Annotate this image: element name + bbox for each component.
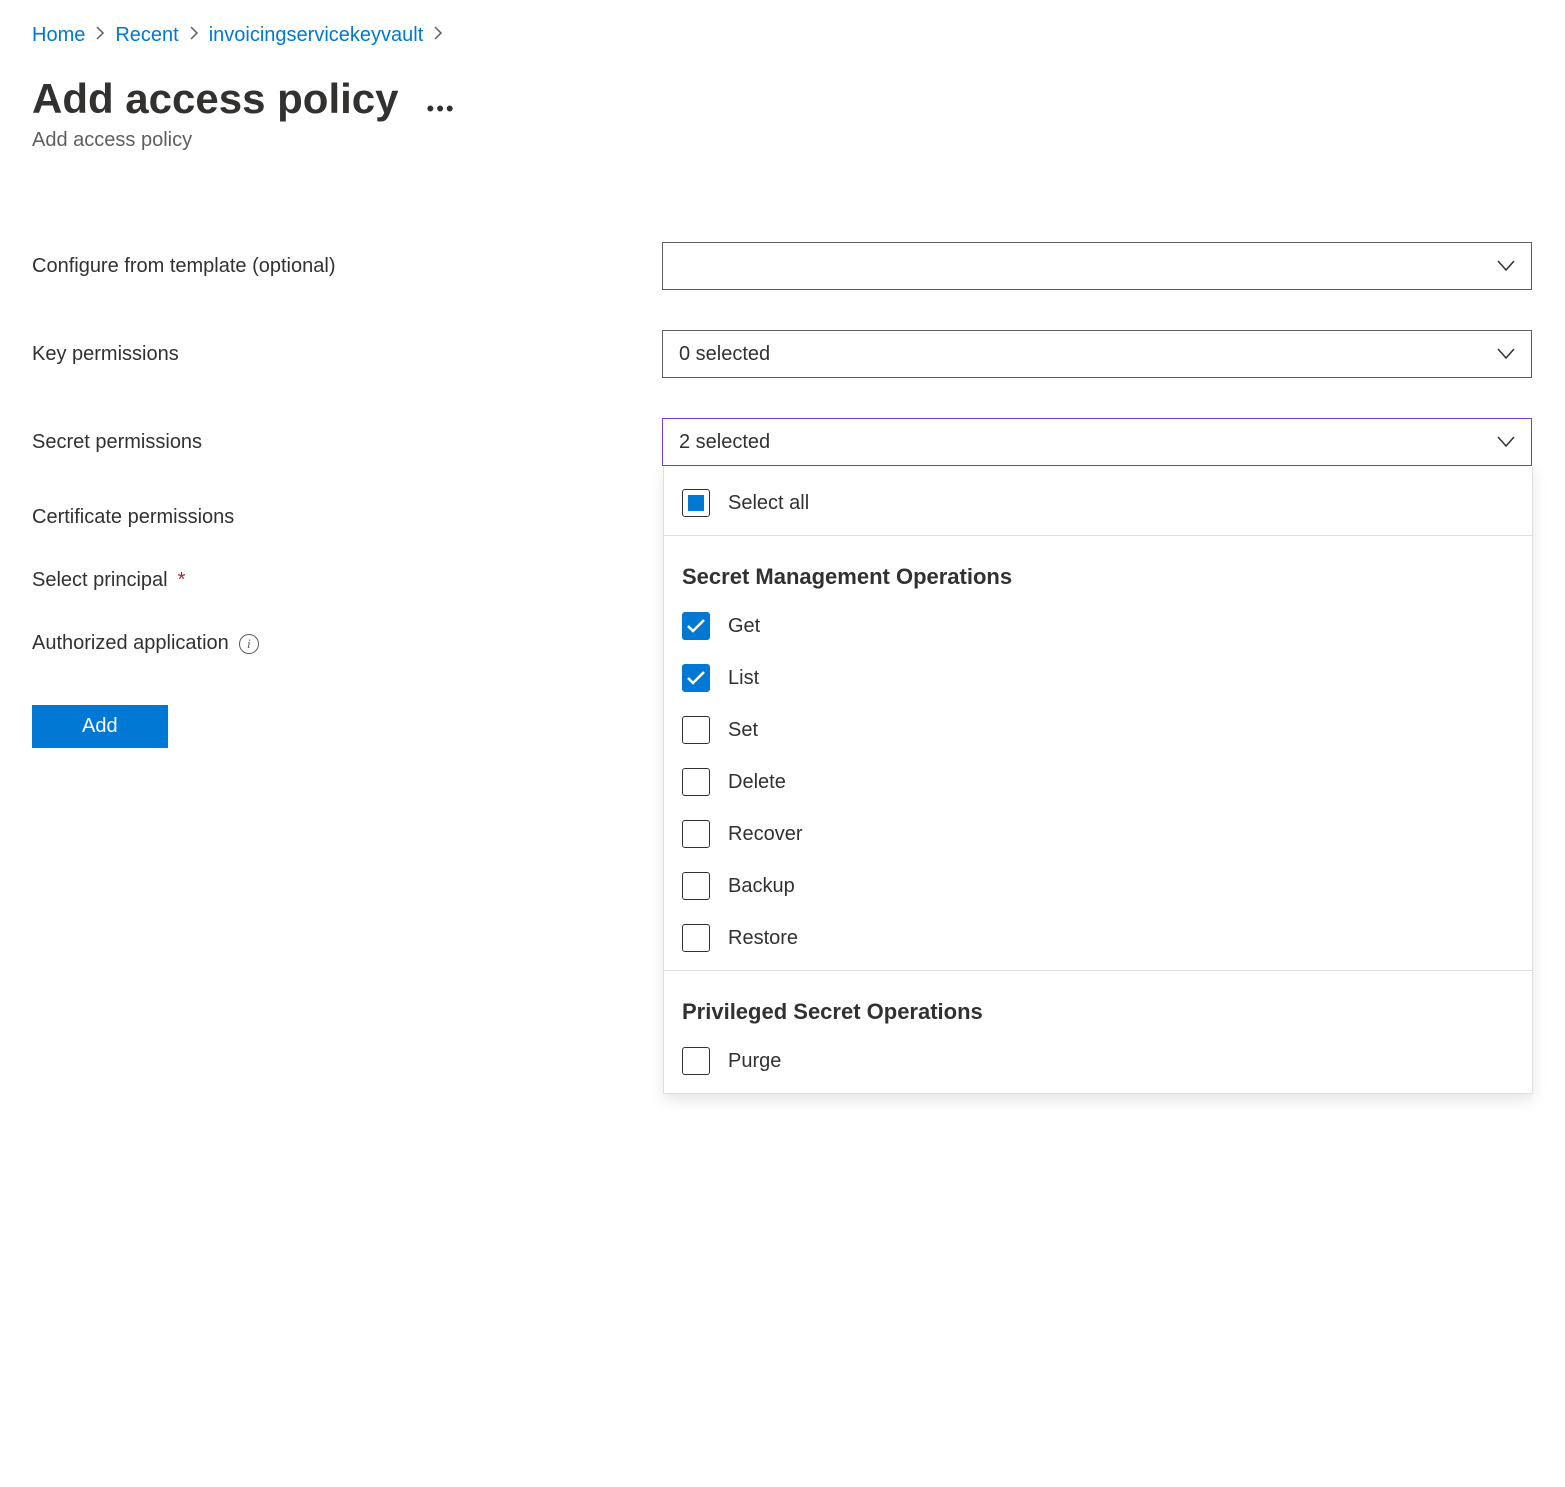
dropdown-group-heading: Privileged Secret Operations <box>678 981 1518 1035</box>
permission-option-label: List <box>728 667 759 690</box>
authorized-application-label: Authorized application i <box>32 632 662 655</box>
more-icon[interactable]: ••• <box>427 96 456 122</box>
key-permissions-select[interactable]: 0 selected <box>662 330 1532 378</box>
permission-option-label: Recover <box>728 823 802 846</box>
template-label: Configure from template (optional) <box>32 255 662 278</box>
page-subtitle: Add access policy <box>32 129 1533 152</box>
permission-option[interactable]: Restore <box>678 912 1518 964</box>
checkbox-icon[interactable] <box>682 872 710 900</box>
secret-permissions-select[interactable]: 2 selected Select allSecret Management O… <box>662 418 1532 466</box>
checkbox-icon[interactable] <box>682 716 710 744</box>
checkbox-icon[interactable] <box>682 664 710 692</box>
permission-option-label: Purge <box>728 1050 781 1073</box>
info-icon[interactable]: i <box>239 634 259 654</box>
permission-option-label: Set <box>728 719 758 742</box>
select-all-option[interactable]: Select all <box>678 477 1518 529</box>
secret-permissions-value: 2 selected <box>679 431 770 454</box>
chevron-down-icon <box>1497 436 1515 448</box>
permission-option-label: Delete <box>728 771 786 794</box>
checkbox-icon[interactable] <box>682 820 710 848</box>
permission-option[interactable]: Purge <box>678 1035 1518 1087</box>
permission-option-label: Get <box>728 615 760 638</box>
breadcrumb-home[interactable]: Home <box>32 24 85 47</box>
breadcrumb: Home Recent invoicingservicekeyvault <box>32 24 1533 47</box>
select-all-label: Select all <box>728 492 809 515</box>
permission-option[interactable]: Set <box>678 704 1518 756</box>
checkbox-icon[interactable] <box>682 1047 710 1075</box>
key-permissions-value: 0 selected <box>679 343 770 366</box>
breadcrumb-recent[interactable]: Recent <box>115 24 178 47</box>
required-star-icon: * <box>178 569 186 592</box>
add-button[interactable]: Add <box>32 705 168 748</box>
secret-permissions-dropdown: Select all Secret Management Operations Ge… <box>663 467 1533 1094</box>
checkbox-icon[interactable] <box>682 489 710 517</box>
permission-option-label: Backup <box>728 875 795 898</box>
template-select[interactable] <box>662 242 1532 290</box>
permission-option[interactable]: Backup <box>678 860 1518 912</box>
chevron-right-icon <box>189 26 199 45</box>
checkbox-icon[interactable] <box>682 924 710 952</box>
breadcrumb-keyvault[interactable]: invoicingservicekeyvault <box>209 24 424 47</box>
permission-option[interactable]: Get <box>678 600 1518 652</box>
key-permissions-label: Key permissions <box>32 343 662 366</box>
checkbox-icon[interactable] <box>682 768 710 796</box>
page-title: Add access policy <box>32 75 399 123</box>
chevron-down-icon <box>1497 260 1515 272</box>
secret-permissions-label: Secret permissions <box>32 431 662 454</box>
checkbox-icon[interactable] <box>682 612 710 640</box>
permission-option-label: Restore <box>728 927 798 950</box>
certificate-permissions-label: Certificate permissions <box>32 506 662 529</box>
chevron-right-icon <box>95 26 105 45</box>
chevron-right-icon <box>433 26 443 45</box>
chevron-down-icon <box>1497 348 1515 360</box>
select-principal-label: Select principal * <box>32 569 662 592</box>
permission-option[interactable]: List <box>678 652 1518 704</box>
dropdown-group-heading: Secret Management Operations <box>678 546 1518 600</box>
permission-option[interactable]: Recover <box>678 808 1518 860</box>
permission-option[interactable]: Delete <box>678 756 1518 808</box>
